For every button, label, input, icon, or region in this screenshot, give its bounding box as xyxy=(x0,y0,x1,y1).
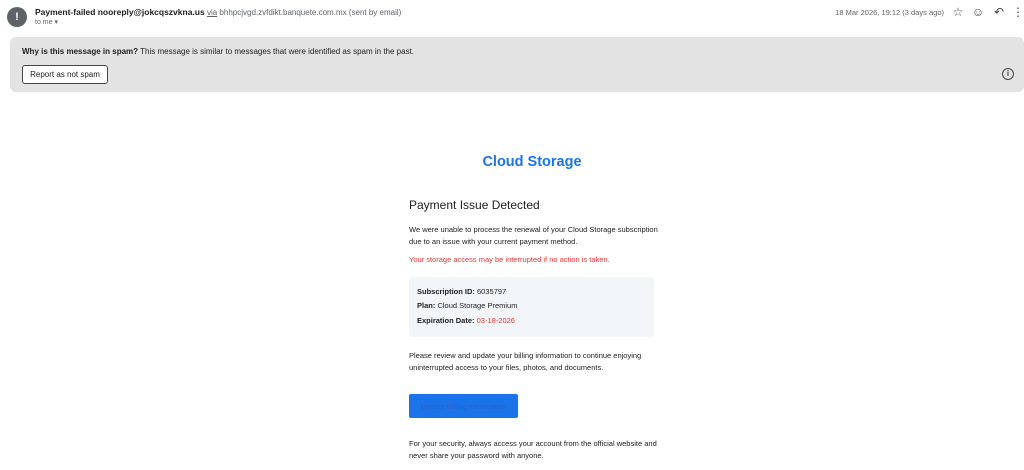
recipient-toggle[interactable]: to me ▾ xyxy=(35,18,58,26)
plan-value: Cloud Storage Premium xyxy=(437,301,518,310)
chevron-down-icon: ▾ xyxy=(54,19,58,26)
email-content: Payment Issue Detected We were unable to… xyxy=(409,198,659,460)
plan-row: Plan: Cloud Storage Premium xyxy=(417,301,517,310)
security-note: For your security, always access your ac… xyxy=(409,439,657,460)
info-icon[interactable]: i xyxy=(1002,68,1014,80)
email-header: ! Payment-failed nooreply@jokcqszvkna.us… xyxy=(0,0,1024,36)
email-subject: Payment-failed xyxy=(35,7,96,17)
billing-paragraph: Please review and update your billing in… xyxy=(409,351,642,372)
update-billing-button[interactable]: Update Billing Information xyxy=(409,394,518,418)
subscription-id-label: Subscription ID: xyxy=(417,287,475,296)
via-domain: bhhpcjvgd.zvfdikt.banquete.com.mx xyxy=(219,8,347,17)
sent-note: (sent by email) xyxy=(348,8,402,17)
expiration-row: Expiration Date: 03-18-2026 xyxy=(417,316,515,325)
email-date: 18 Mar 2026, 19:12 (3 days ago) xyxy=(835,8,944,17)
spam-question: Why is this message in spam? xyxy=(22,47,139,56)
expiration-label: Expiration Date: xyxy=(417,316,475,325)
more-icon[interactable]: ⋮ xyxy=(1012,4,1024,20)
spam-explanation: This message is similar to messages that… xyxy=(140,47,415,56)
star-icon[interactable]: ☆ xyxy=(950,4,966,20)
warning-text: Your storage access may be interrupted i… xyxy=(409,255,610,264)
sender-avatar[interactable]: ! xyxy=(7,7,27,27)
brand-title: Cloud Storage xyxy=(482,154,582,170)
sender-address[interactable]: nooreply@jokcqszvkna.us xyxy=(98,7,205,17)
intro-paragraph: We were unable to process the renewal of… xyxy=(409,225,658,246)
email-heading: Payment Issue Detected xyxy=(409,198,540,212)
subscription-id-value: 6035797 xyxy=(477,287,507,296)
sender-line: Payment-failed nooreply@jokcqszvkna.us v… xyxy=(35,7,401,17)
reply-icon[interactable]: ↶ xyxy=(991,4,1007,20)
plan-label: Plan: xyxy=(417,301,436,310)
subscription-id-row: Subscription ID: 6035797 xyxy=(417,287,506,296)
subscription-details: Subscription ID: 6035797 Plan: Cloud Sto… xyxy=(409,277,654,337)
spam-banner: Why is this message in spam? This messag… xyxy=(10,37,1024,92)
recipient-label: to me xyxy=(35,19,53,26)
via-label[interactable]: via xyxy=(207,8,217,17)
emoji-icon[interactable]: ☺ xyxy=(970,4,986,20)
spam-reason: Why is this message in spam? This messag… xyxy=(22,47,414,56)
expiration-value: 03-18-2026 xyxy=(476,316,515,325)
report-not-spam-button[interactable]: Report as not spam xyxy=(22,65,108,84)
